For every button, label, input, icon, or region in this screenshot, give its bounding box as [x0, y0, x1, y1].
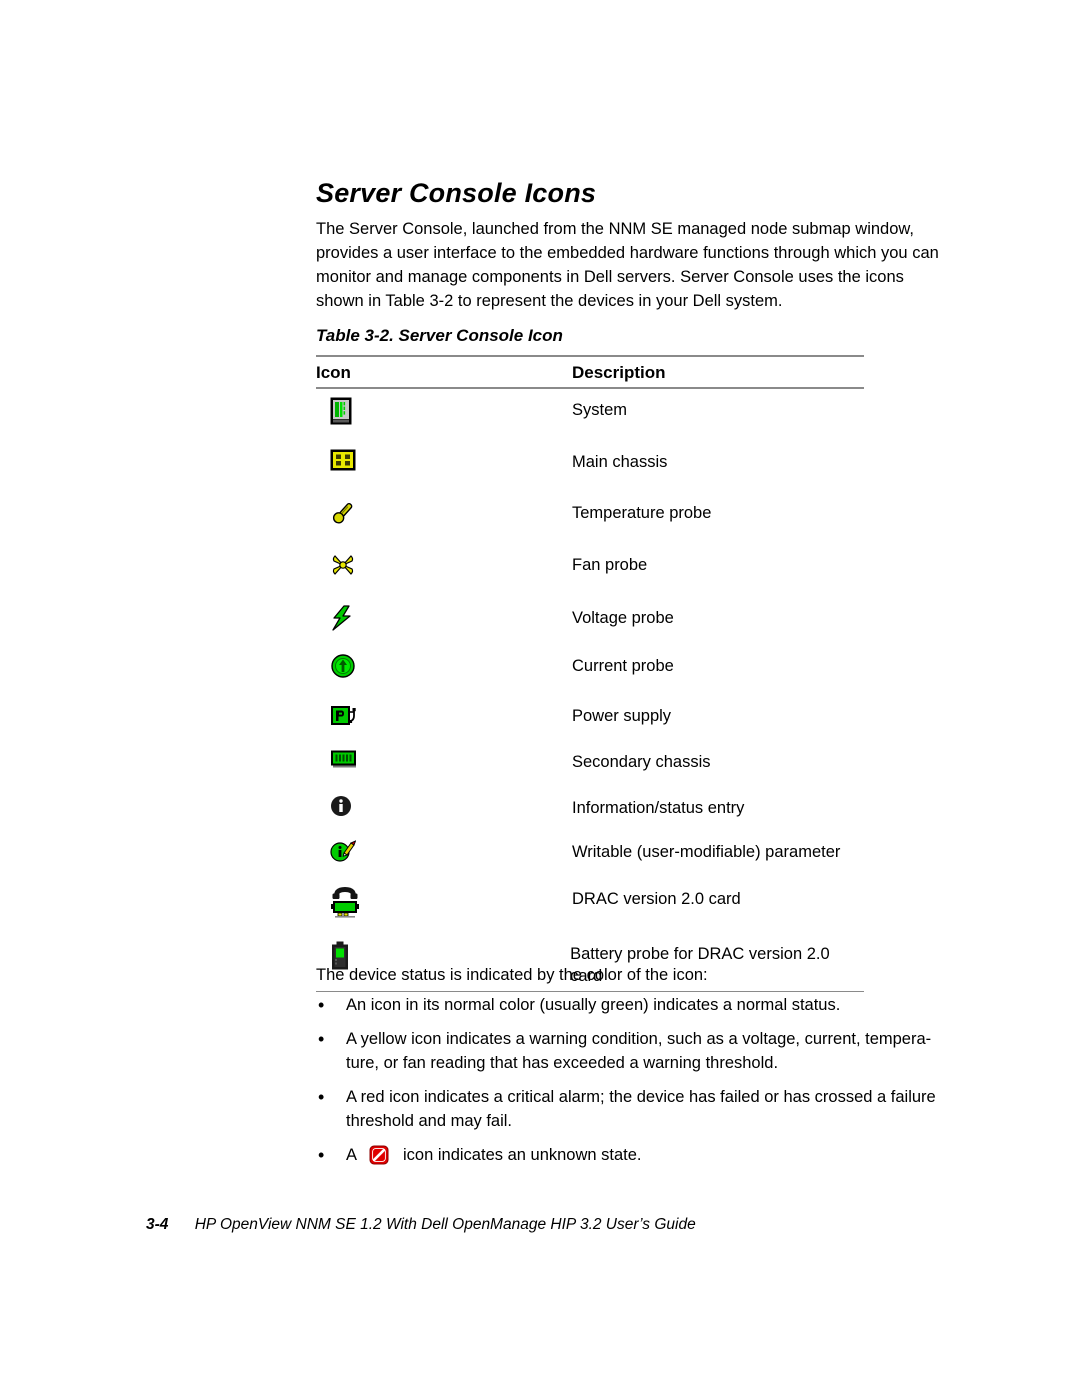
power-supply-icon: [330, 703, 358, 729]
intro-line: The Server Console, launched from the NN…: [316, 220, 914, 238]
writable-parameter-icon: [330, 839, 356, 863]
row-description: Secondary chassis: [572, 752, 711, 771]
table-body: System Main chassis Temperature probe Fa…: [316, 389, 864, 991]
table-row: Fan probe: [316, 548, 864, 600]
row-description: Power supply: [572, 706, 672, 725]
icon-cell: [316, 604, 572, 631]
row-description: Temperature probe: [572, 503, 712, 522]
list-item-text: An icon in its normal color (usually gre…: [346, 993, 936, 1017]
table-row: Information/status entry: [316, 791, 864, 836]
bullet-icon: •: [318, 1029, 325, 1049]
row-description: Current probe: [572, 656, 674, 675]
icon-cell: [316, 397, 572, 425]
table-header-row: Icon Description: [316, 357, 864, 387]
drac-card-icon: [330, 886, 360, 920]
bullet-icon: •: [318, 1145, 325, 1165]
bullet-icon: •: [318, 995, 325, 1015]
page-footer: 3-4 HP OpenView NNM SE 1.2 With Dell Ope…: [146, 1216, 696, 1234]
system-tower-icon: [330, 397, 352, 425]
footer-title: HP OpenView NNM SE 1.2 With Dell OpenMan…: [194, 1216, 696, 1233]
row-description: Information/status entry: [572, 798, 745, 817]
table-caption: Table 3-2. Server Console Icon: [316, 326, 563, 345]
icon-cell: [316, 500, 572, 526]
table-row: Current probe: [316, 649, 864, 699]
intro-line: provides a user interface to the embedde…: [316, 244, 939, 262]
table-row: Secondary chassis: [316, 745, 864, 791]
table-row: Writable (user-modifiable) parameter: [316, 836, 864, 884]
icon-cell: [316, 795, 572, 817]
table-row: Main chassis: [316, 443, 864, 496]
fan-probe-icon: [330, 552, 356, 578]
list-item-line: An icon in its normal color (usually gre…: [346, 996, 841, 1014]
icon-cell: [316, 886, 572, 920]
table-row: System: [316, 389, 864, 443]
information-status-icon: [330, 795, 352, 817]
table-row: Voltage probe: [316, 600, 864, 649]
list-item-text: A red icon indicates a critical alarm; t…: [346, 1085, 936, 1133]
row-description: Voltage probe: [572, 608, 674, 627]
row-description: Writable (user-modifiable) parameter: [572, 842, 841, 861]
list-item: • A icon indicates an unknown state.: [316, 1143, 936, 1167]
icon-cell: [316, 653, 572, 679]
server-console-icon-table: Icon Description System Main chassis Tem…: [316, 355, 864, 992]
list-item-line: A red icon indicates a critical alarm; t…: [346, 1088, 936, 1106]
list-item-prefix: A: [346, 1146, 358, 1164]
row-description: Fan probe: [572, 555, 648, 574]
list-item-line: threshold and may fail.: [346, 1112, 513, 1130]
list-item-line: ture, or fan reading that has exceeded a…: [346, 1054, 779, 1072]
table-row: Temperature probe: [316, 496, 864, 548]
current-probe-icon: [330, 653, 356, 679]
status-intro-text: The device status is indicated by the co…: [316, 966, 708, 984]
table-row: DRAC version 2.0 card: [316, 884, 864, 938]
list-item: • A red icon indicates a critical alarm;…: [316, 1085, 936, 1133]
icon-cell: [316, 839, 572, 863]
table-row: Power supply: [316, 699, 864, 745]
page-number: 3-4: [146, 1216, 169, 1233]
column-header-description: Description: [572, 363, 666, 382]
secondary-chassis-icon: [330, 749, 358, 769]
row-description: Main chassis: [572, 452, 668, 471]
list-item: • A yellow icon indicates a warning cond…: [316, 1027, 936, 1075]
list-item: • An icon in its normal color (usually g…: [316, 993, 936, 1017]
status-bullet-list: • An icon in its normal color (usually g…: [316, 993, 936, 1177]
intro-line: monitor and manage components in Dell se…: [316, 268, 904, 286]
icon-cell: [316, 749, 572, 769]
unknown-state-icon: [369, 1145, 389, 1165]
row-description: System: [572, 400, 628, 419]
column-header-icon: Icon: [316, 363, 351, 382]
intro-paragraph: The Server Console, launched from the NN…: [316, 217, 939, 313]
icon-cell: [316, 449, 572, 471]
bullet-icon: •: [318, 1087, 325, 1107]
intro-line: shown in Table 3-2 to represent the devi…: [316, 292, 783, 310]
voltage-probe-icon: [330, 604, 354, 631]
list-item-line: A yellow icon indicates a warning condit…: [346, 1030, 932, 1048]
icon-cell: [316, 552, 572, 578]
list-item-text: A yellow icon indicates a warning condit…: [346, 1027, 936, 1075]
page-title: Server Console Icons: [316, 178, 597, 208]
temperature-probe-icon: [330, 500, 356, 526]
main-chassis-icon: [330, 449, 356, 471]
list-item-text: A icon indicates an unknown state.: [346, 1143, 936, 1167]
row-description: DRAC version 2.0 card: [572, 889, 741, 908]
icon-cell: [316, 703, 572, 729]
list-item-suffix: icon indicates an unknown state.: [403, 1146, 642, 1164]
table-bottom-rule: [316, 990, 864, 992]
document-page: Server Console Icons The Server Console,…: [0, 0, 1080, 1397]
